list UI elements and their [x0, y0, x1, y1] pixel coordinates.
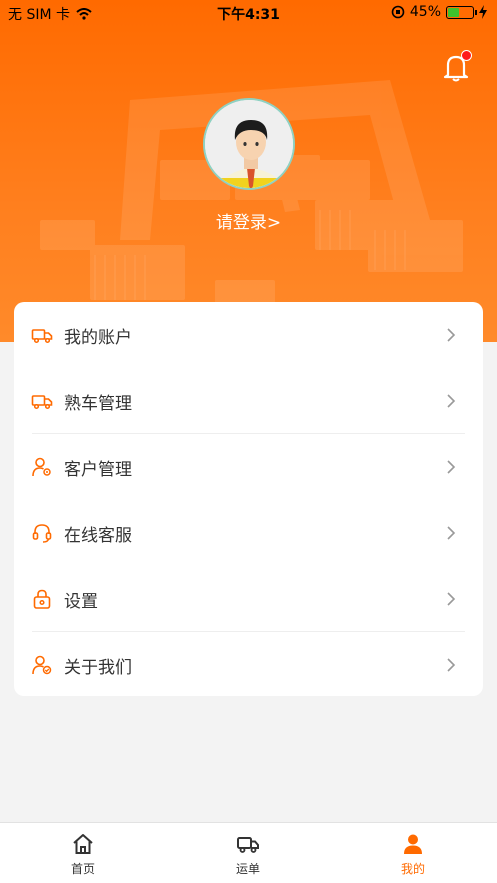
tab-mine[interactable]: 我的: [353, 823, 473, 883]
tab-label: 运单: [235, 862, 260, 876]
menu-card: 我的账户 熟车管理 客户管理 在线客服 设置 关于我们: [14, 302, 483, 696]
menu-item-fleet-management[interactable]: 熟车管理: [14, 368, 483, 434]
menu-item-label: 熟车管理: [64, 393, 132, 414]
lock-icon: [33, 589, 51, 609]
menu-item-label: 设置: [64, 591, 98, 612]
menu-item-label: 我的账户: [64, 327, 132, 348]
tab-home[interactable]: 首页: [23, 823, 143, 883]
notification-button[interactable]: [440, 50, 474, 84]
tab-label: 我的: [400, 862, 425, 876]
menu-item-label: 在线客服: [64, 525, 132, 546]
status-bar: 无 SIM 卡 下午4:31 45%: [0, 0, 497, 26]
battery-percent: 45%: [409, 4, 441, 20]
truck-icon: [31, 395, 53, 410]
user-gear-icon: [32, 457, 51, 477]
headset-icon: [32, 524, 52, 543]
status-right: 45%: [391, 4, 487, 20]
battery-icon: [446, 5, 477, 19]
tab-bar: 首页 运单 我的: [0, 822, 497, 883]
chevron-right-icon: [447, 460, 456, 474]
truck-icon: [31, 329, 53, 344]
notification-badge: [461, 50, 472, 61]
menu-item-customer-management[interactable]: 客户管理: [14, 434, 483, 500]
login-link[interactable]: 请登录>: [0, 208, 497, 233]
menu-item-about-us[interactable]: 关于我们: [14, 632, 483, 698]
user-check-icon: [32, 655, 52, 675]
orientation-lock-icon: [391, 5, 405, 19]
battery-fill: [448, 7, 459, 17]
chevron-right-icon: [447, 526, 456, 540]
menu-item-my-account[interactable]: 我的账户: [14, 302, 483, 368]
avatar[interactable]: [203, 98, 295, 190]
menu-item-settings[interactable]: 设置: [14, 566, 483, 632]
truck-icon: [237, 837, 259, 853]
menu-item-label: 客户管理: [64, 459, 132, 480]
person-icon: [404, 834, 422, 854]
menu-item-online-service[interactable]: 在线客服: [14, 500, 483, 566]
tab-label: 首页: [70, 862, 95, 876]
home-icon: [73, 834, 93, 854]
charging-icon: [479, 5, 487, 19]
chevron-right-icon: [447, 592, 456, 606]
chevron-right-icon: [447, 658, 456, 672]
tab-waybill[interactable]: 运单: [188, 823, 308, 883]
menu-item-label: 关于我们: [64, 657, 132, 678]
chevron-right-icon: [447, 328, 456, 342]
default-avatar-icon: [205, 100, 293, 188]
chevron-right-icon: [447, 394, 456, 408]
